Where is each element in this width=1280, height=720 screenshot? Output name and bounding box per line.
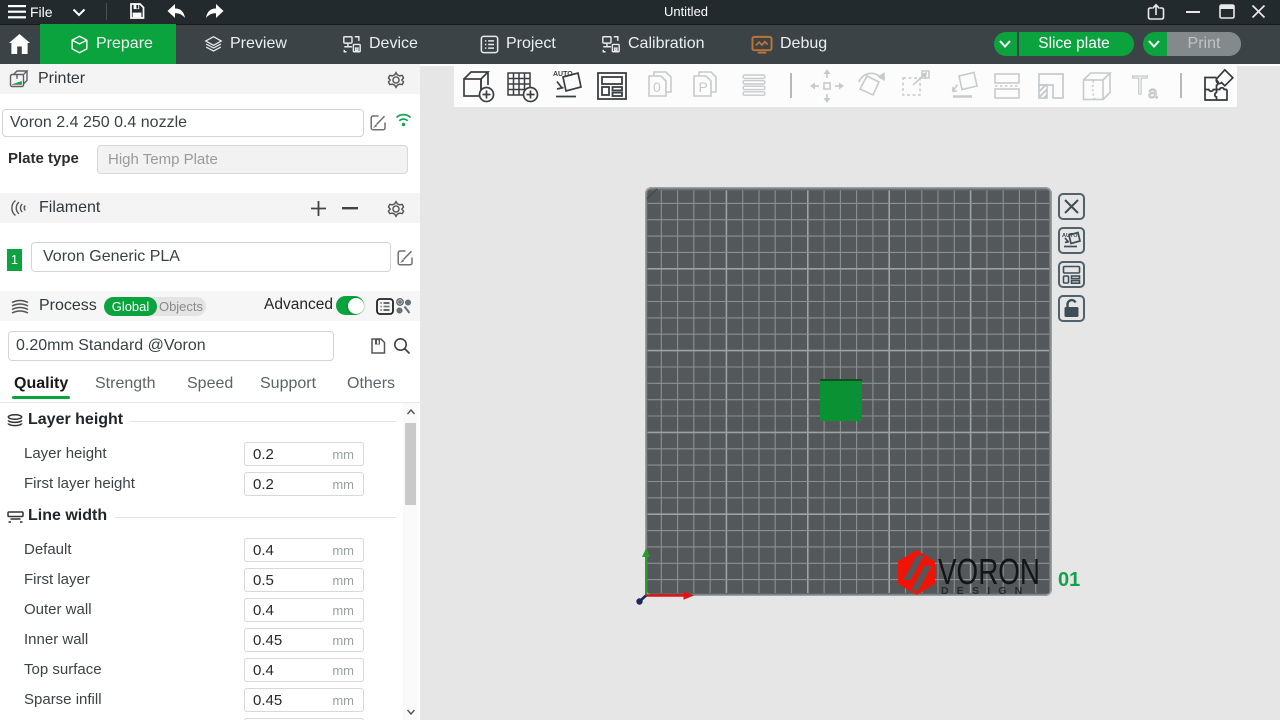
svg-text:T: T: [1132, 70, 1148, 100]
svg-text:0: 0: [653, 79, 661, 95]
svg-text:AUTO: AUTO: [1062, 233, 1078, 239]
svg-text:P: P: [699, 79, 708, 95]
svg-text:a: a: [1148, 83, 1158, 102]
svg-text:AUTO: AUTO: [553, 71, 573, 78]
svg-text:DESIGN: DESIGN: [941, 585, 1030, 597]
